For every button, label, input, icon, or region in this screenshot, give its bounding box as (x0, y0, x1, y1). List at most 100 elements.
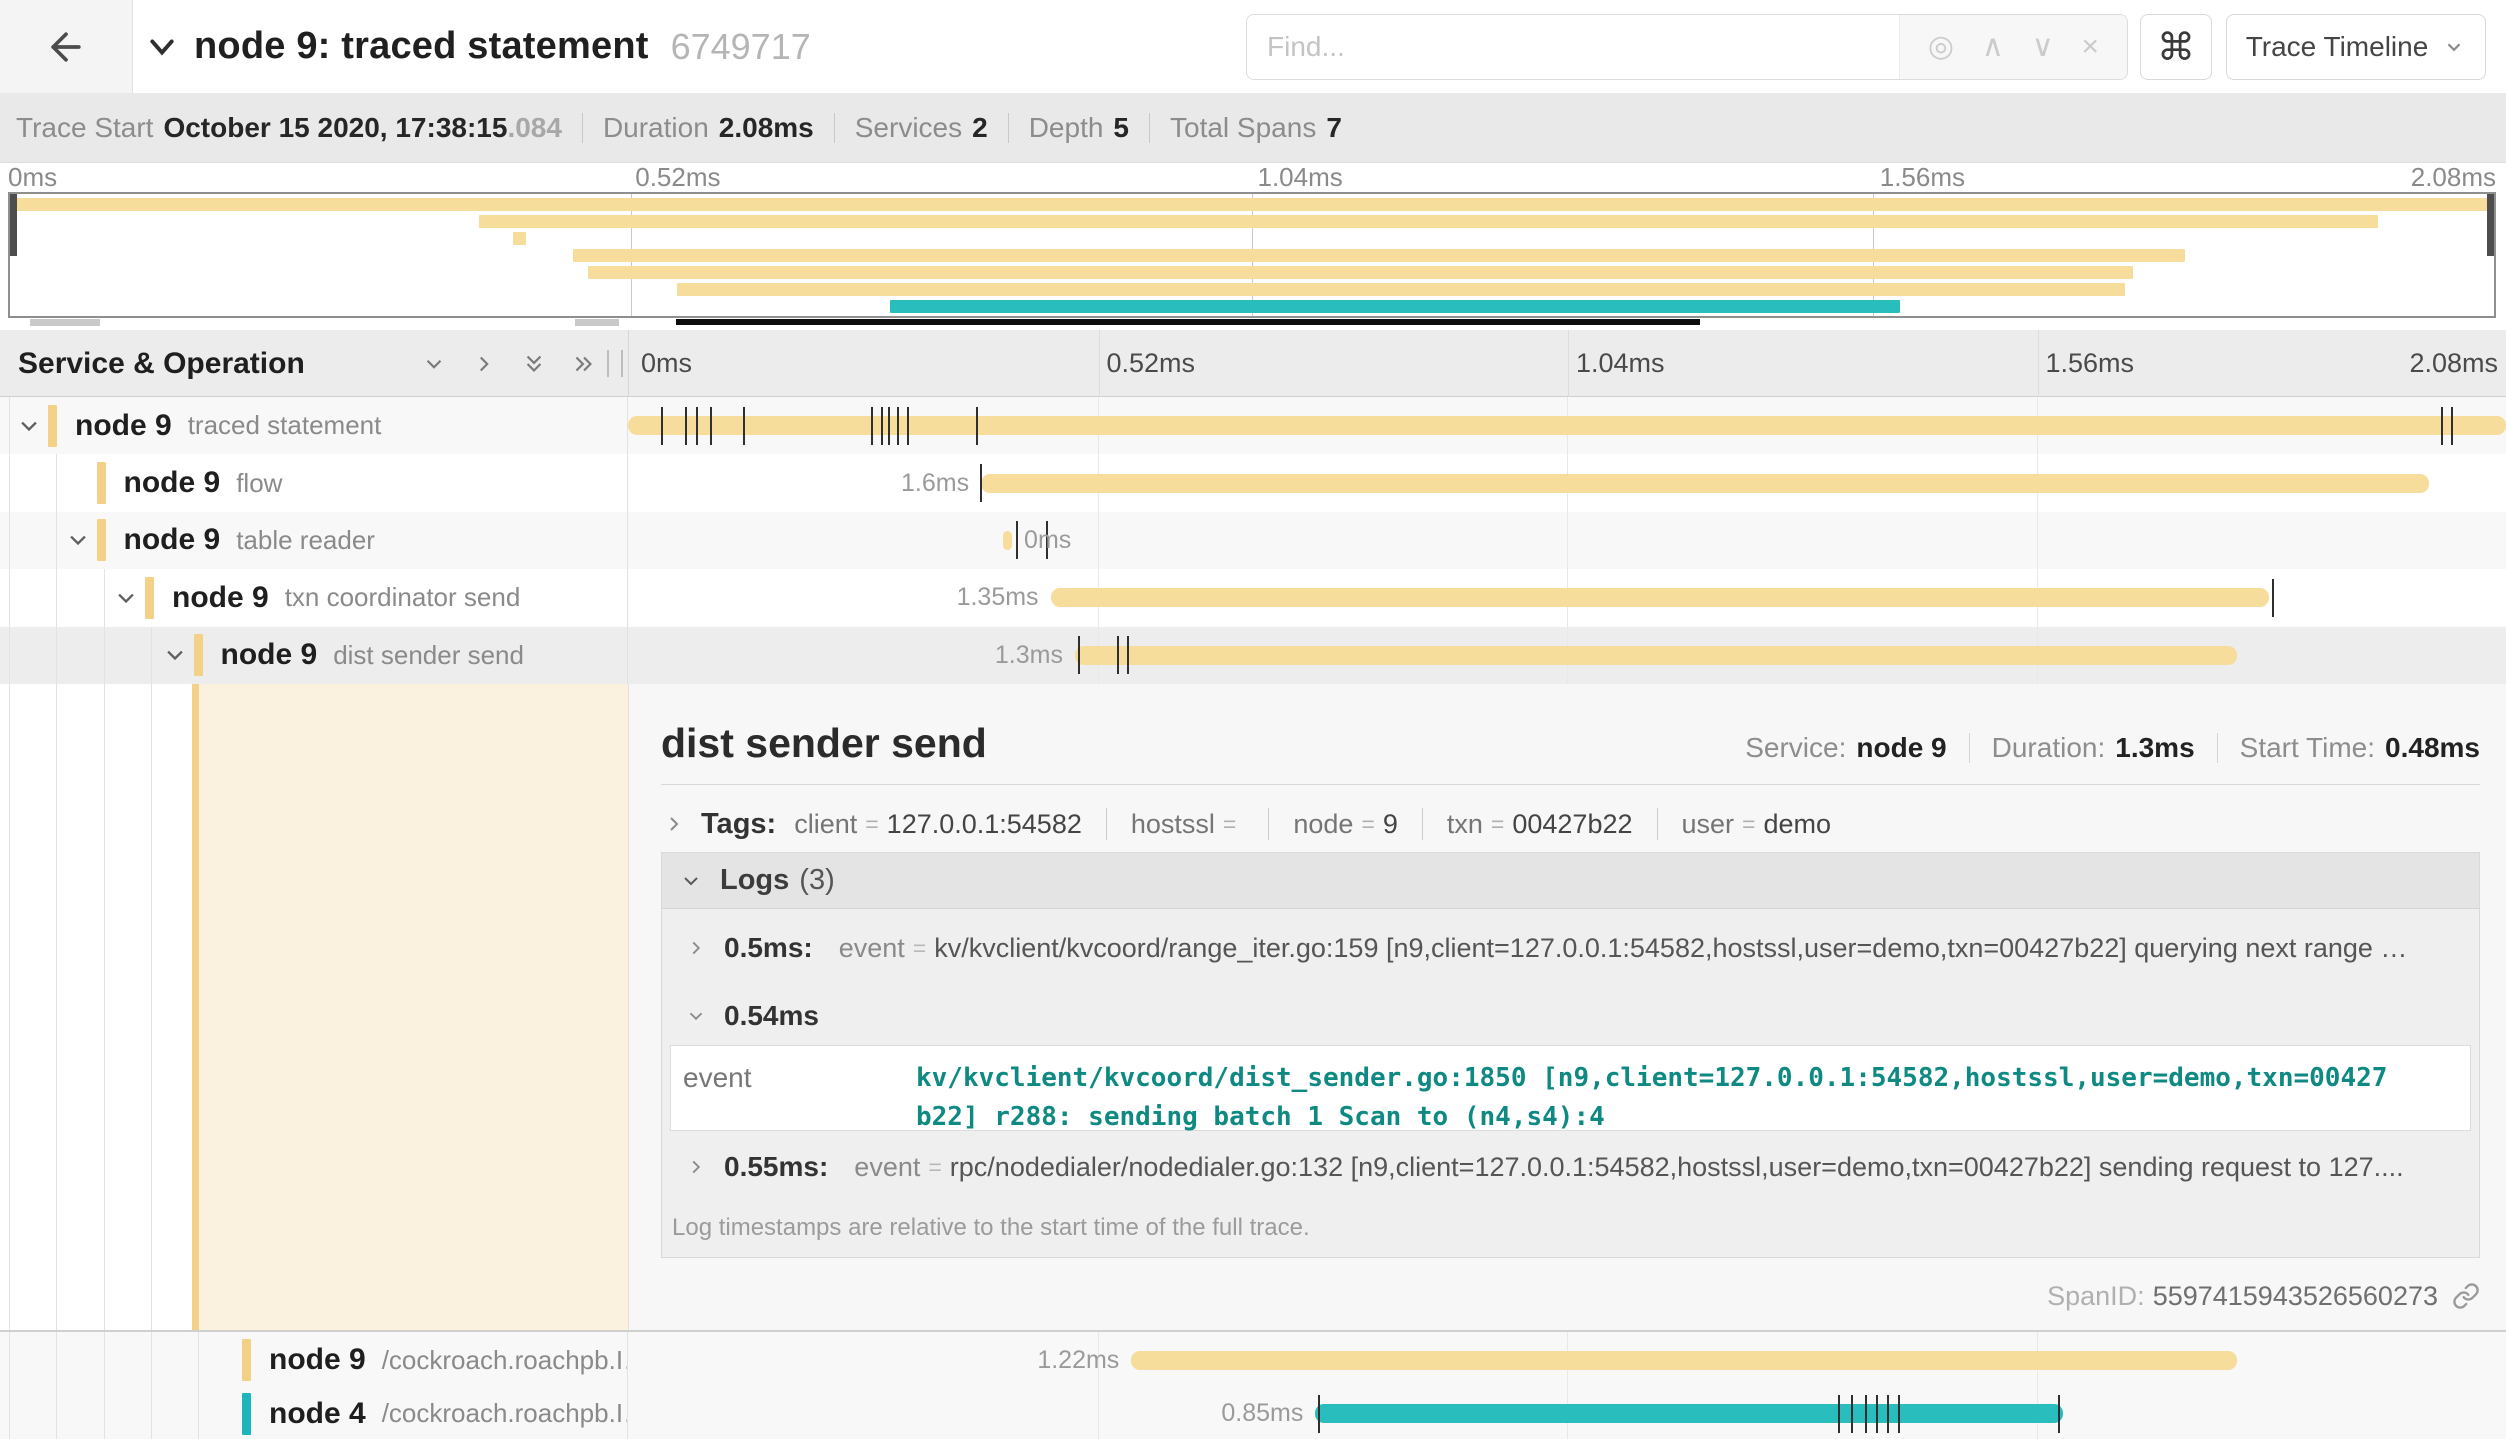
minimap-viewport-scrollbar[interactable] (676, 319, 1700, 325)
span-list-bottom: node 9/cockroach.roachpb.I…1.22msnode 4/… (0, 1332, 2506, 1439)
axis-gridline (2038, 330, 2039, 397)
log-marker-tick (1865, 1395, 1867, 1433)
expand-one-icon[interactable] (470, 350, 498, 378)
tags-accordion[interactable]: Tags: client=127.0.0.1:54582 hostssl= node… (661, 800, 1831, 848)
span-row-timeline-cell: 1.22ms (628, 1332, 2506, 1389)
span-toggle-icon[interactable] (111, 569, 141, 626)
tag-item[interactable]: txn=00427b22 (1447, 809, 1633, 840)
span-row[interactable]: node 9table reader0ms (0, 512, 2506, 569)
span-row[interactable]: node 4/cockroach.roachpb.I…0.85ms (0, 1389, 2506, 1439)
indent-guide (56, 627, 57, 684)
span-color-chip (242, 1393, 251, 1435)
span-service-name: node 9 (172, 581, 269, 615)
span-row[interactable]: node 9dist sender send1.3ms (0, 627, 2506, 684)
summary-separator (1008, 113, 1009, 143)
log-marker-tick (1078, 636, 1080, 674)
log-entry[interactable]: 0.5ms: event = kv/kvclient/kvcoord/range… (662, 909, 2479, 987)
summary-label: Duration (603, 112, 709, 144)
tag-item[interactable]: user=demo (1682, 809, 1832, 840)
find-prev-icon[interactable]: ∧ (1982, 32, 2004, 62)
span-duration-bar[interactable] (1051, 588, 2270, 607)
summary-item: Total Spans7 (1170, 112, 1342, 144)
span-row[interactable]: node 9/cockroach.roachpb.I…1.22ms (0, 1332, 2506, 1389)
span-names: node 9flow (124, 454, 283, 511)
minimap-span-bar (677, 283, 2125, 296)
tag-item[interactable]: client=127.0.0.1:54582 (794, 809, 1082, 840)
indent-guide (151, 627, 152, 684)
tag-key: client (794, 809, 857, 840)
detail-meta-item: Service:node 9 (1745, 732, 1946, 764)
span-row[interactable]: node 9flow 1.6ms (0, 454, 2506, 511)
axis-gridline (1568, 330, 1569, 397)
span-toggle-icon[interactable] (63, 512, 93, 569)
tag-separator (1106, 808, 1107, 840)
tag-value: demo (1763, 809, 1831, 840)
span-duration-label: 1.6ms (901, 454, 969, 511)
tag-separator (1422, 808, 1423, 840)
log-marker-tick (881, 407, 883, 445)
span-duration-bar[interactable] (981, 474, 2429, 493)
span-duration-bar[interactable] (628, 416, 2506, 435)
minimap-span-bar (890, 300, 1899, 313)
tags-label: Tags: (701, 808, 776, 841)
tag-item[interactable]: hostssl= (1131, 809, 1244, 840)
expand-all-icon[interactable] (570, 350, 598, 378)
page-title: node 9: traced statement (194, 25, 649, 68)
find-clear-icon[interactable]: × (2082, 32, 2100, 62)
span-duration-bar[interactable] (1003, 531, 1012, 550)
span-operation-name: flow (236, 468, 282, 499)
indent-guide (104, 569, 105, 626)
tag-item[interactable]: node=9 (1293, 809, 1398, 840)
span-names: node 9traced statement (75, 397, 381, 454)
span-row-name-cell: node 9traced statement (0, 397, 628, 454)
span-row[interactable]: node 9traced statement (0, 397, 2506, 454)
span-duration-bar[interactable] (1315, 1404, 2062, 1423)
log-value: rpc/nodedialer/nodedialer.go:132 [n9,cli… (950, 1152, 2479, 1183)
span-row[interactable]: node 9txn coordinator send1.35ms (0, 569, 2506, 626)
indent-guide (9, 569, 10, 626)
axis-tick-label: 1.04ms (1576, 330, 1665, 397)
collapse-all-icon[interactable] (520, 350, 548, 378)
collapse-one-icon[interactable] (420, 350, 448, 378)
minimap-scrub-left[interactable] (30, 319, 100, 326)
chevron-down-icon (678, 868, 704, 894)
summary-item: Depth5 (1029, 112, 1129, 144)
trace-collapse-icon[interactable] (144, 29, 180, 65)
span-duration-bar[interactable] (1131, 1351, 2237, 1370)
column-resize-grip[interactable] (607, 350, 623, 377)
axis-gridline (1099, 330, 1100, 397)
span-duration-bar[interactable] (1075, 646, 2237, 665)
trace-id: 6749717 (671, 26, 811, 68)
log-entry-expanded[interactable]: 0.54ms (662, 987, 2479, 1045)
span-duration-label: 0ms (1024, 512, 1071, 569)
minimap-scrub-mid[interactable] (575, 319, 619, 326)
span-row-timeline-cell: 0ms (628, 512, 2506, 569)
span-service-name: node 9 (75, 409, 172, 443)
logs-accordion-header[interactable]: Logs (3) (662, 853, 2479, 909)
focus-target-icon[interactable]: ◎ (1928, 32, 1954, 62)
deep-link-icon[interactable] (2452, 1282, 2480, 1310)
log-entry[interactable]: 0.55ms: event = rpc/nodedialer/nodediale… (662, 1131, 2479, 1203)
expander-icon-group (420, 330, 598, 397)
find-input[interactable] (1247, 15, 1899, 79)
indent-guide (198, 1389, 199, 1439)
indent-guide (56, 569, 57, 626)
logs-count: (3) (799, 864, 834, 897)
span-service-name: node 9 (124, 523, 221, 557)
trace-minimap[interactable] (8, 192, 2496, 318)
back-button[interactable] (0, 0, 133, 93)
span-toggle-icon[interactable] (14, 397, 44, 454)
detail-meta: Service:node 9Duration:1.3msStart Time:0… (1745, 732, 2480, 764)
minimap-left-handle[interactable] (10, 194, 17, 256)
find-next-icon[interactable]: ∨ (2032, 32, 2054, 62)
minimap-right-handle[interactable] (2487, 194, 2494, 256)
selected-span-highlight-column (199, 684, 628, 1332)
view-select-button[interactable]: Trace Timeline (2226, 14, 2486, 80)
log-marker-tick (2272, 579, 2274, 617)
timeline-axis: 0ms0.52ms1.04ms1.56ms2.08ms (628, 330, 2506, 397)
logs-footer-note: Log timestamps are relative to the start… (662, 1203, 2479, 1253)
span-row-name-cell: node 4/cockroach.roachpb.I… (0, 1389, 628, 1439)
log-timestamp: 0.54ms (724, 1000, 819, 1032)
keyboard-shortcuts-button[interactable]: ⌘ (2140, 14, 2212, 80)
span-toggle-icon[interactable] (160, 627, 190, 684)
